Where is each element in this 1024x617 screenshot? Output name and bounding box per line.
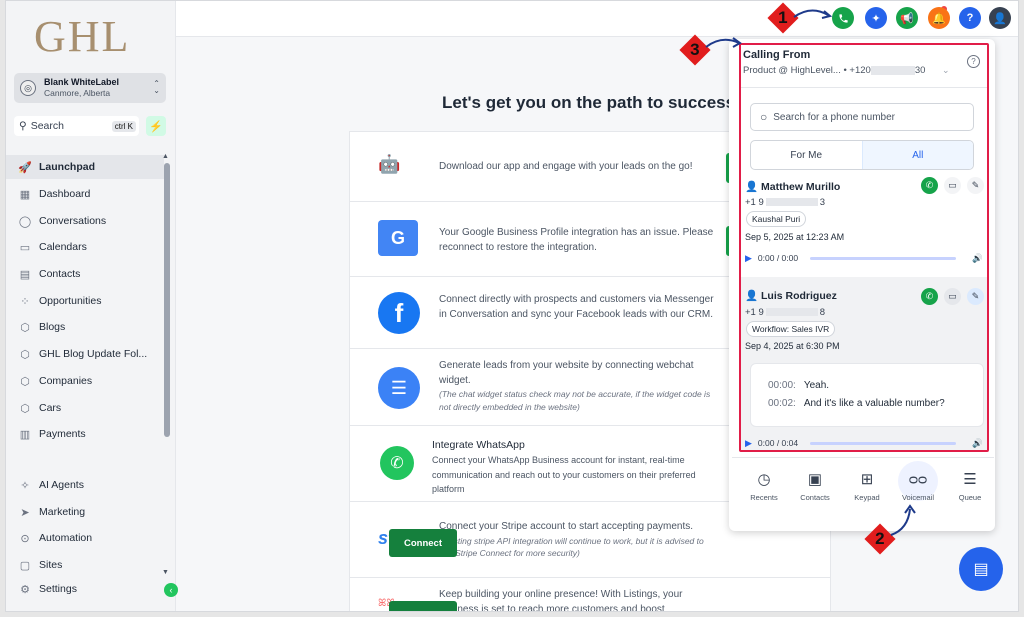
app-window: GHL ◎ Blank WhiteLabel Canmore, Alberta … (5, 0, 1019, 612)
annotation-arrows (705, 9, 916, 536)
